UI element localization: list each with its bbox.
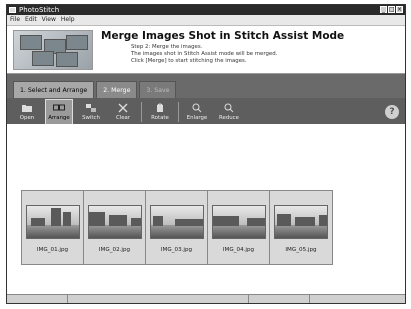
app-window: PhotoStitch _ □ × File Edit View Help Me… [6,4,406,304]
step-header: Merge Images Shot in Stitch Assist Mode … [7,26,405,74]
image-thumbnail[interactable]: IMG_01.jpg [22,191,84,264]
step-tabs: 1. Select and Arrange 2. Merge 3. Save [7,74,405,98]
status-pane [249,295,310,303]
reduce-label: Reduce [219,115,239,121]
window-title: PhotoStitch [19,6,60,14]
image-strip: IMG_01.jpg IMG_02.jpg IMG_03.jpg IMG_04.… [21,190,333,265]
toolbar-divider [178,102,179,122]
tab-merge[interactable]: 2. Merge [96,81,138,98]
tab-save: 3. Save [139,81,177,98]
open-label: Open [19,115,35,121]
image-filename: IMG_03.jpg [160,247,193,253]
menu-view[interactable]: View [42,15,56,25]
tab-select-arrange[interactable]: 1. Select and Arrange [13,81,95,98]
clear-icon [118,103,128,113]
open-icon [22,105,32,112]
toolbar-divider [141,102,142,122]
rotate-button[interactable]: Rotate [146,99,174,125]
image-filename: IMG_02.jpg [98,247,131,253]
status-pane [7,295,68,303]
minimize-button[interactable]: _ [380,6,387,13]
image-thumbnail[interactable]: IMG_04.jpg [208,191,270,264]
menu-edit[interactable]: Edit [25,15,37,25]
status-pane [68,295,249,303]
image-workspace: IMG_01.jpg IMG_02.jpg IMG_03.jpg IMG_04.… [7,124,405,296]
reduce-icon [224,103,234,113]
image-filename: IMG_04.jpg [222,247,255,253]
clear-button[interactable]: Clear [109,99,137,125]
enlarge-icon [192,103,202,113]
description-line: Click [Merge] to start stitching the ima… [131,58,247,64]
menu-bar: File Edit View Help [7,15,405,26]
switch-button[interactable]: Switch [77,99,105,125]
enlarge-label: Enlarge [186,115,208,121]
switch-label: Switch [82,115,100,121]
menu-file[interactable]: File [10,15,20,25]
image-filename: IMG_05.jpg [285,247,317,253]
reduce-button[interactable]: Reduce [215,99,243,125]
description-line: Step 2: Merge the images. [131,44,203,50]
menu-help[interactable]: Help [61,15,75,25]
stitch-mode-illustration [13,30,93,70]
close-button[interactable]: × [396,6,403,13]
image-filename: IMG_01.jpg [36,247,69,253]
arrange-label: Arrange [48,115,70,121]
help-button[interactable]: ? [385,105,399,119]
title-bar[interactable]: PhotoStitch _ □ × [7,5,405,15]
image-thumbnail[interactable]: IMG_03.jpg [146,191,208,264]
photo-preview [88,205,142,239]
clear-label: Clear [115,115,131,121]
maximize-button[interactable]: □ [388,6,395,13]
rotate-label: Rotate [151,115,169,121]
arrange-icon [53,104,65,111]
image-thumbnail[interactable]: IMG_02.jpg [84,191,146,264]
step-title: Merge Images Shot in Stitch Assist Mode [101,30,345,42]
switch-icon [86,104,96,112]
photo-preview [26,205,80,239]
image-thumbnail[interactable]: IMG_05.jpg [270,191,332,264]
arrange-button[interactable]: Arrange [45,99,73,125]
app-icon [9,7,16,13]
photo-preview [274,205,328,239]
photo-preview [212,205,266,239]
photo-preview [150,205,204,239]
toolbar: Open Arrange Switch Clear Rotate Enlarge… [7,98,405,127]
step-description: Step 2: Merge the images. The images sho… [131,44,277,65]
window-controls: _ □ × [380,6,403,13]
status-bar [7,294,405,303]
enlarge-button[interactable]: Enlarge [183,99,211,125]
open-button[interactable]: Open [13,99,41,125]
description-line: The images shot in Stitch Assist mode wi… [131,51,278,57]
rotate-icon [157,103,163,112]
